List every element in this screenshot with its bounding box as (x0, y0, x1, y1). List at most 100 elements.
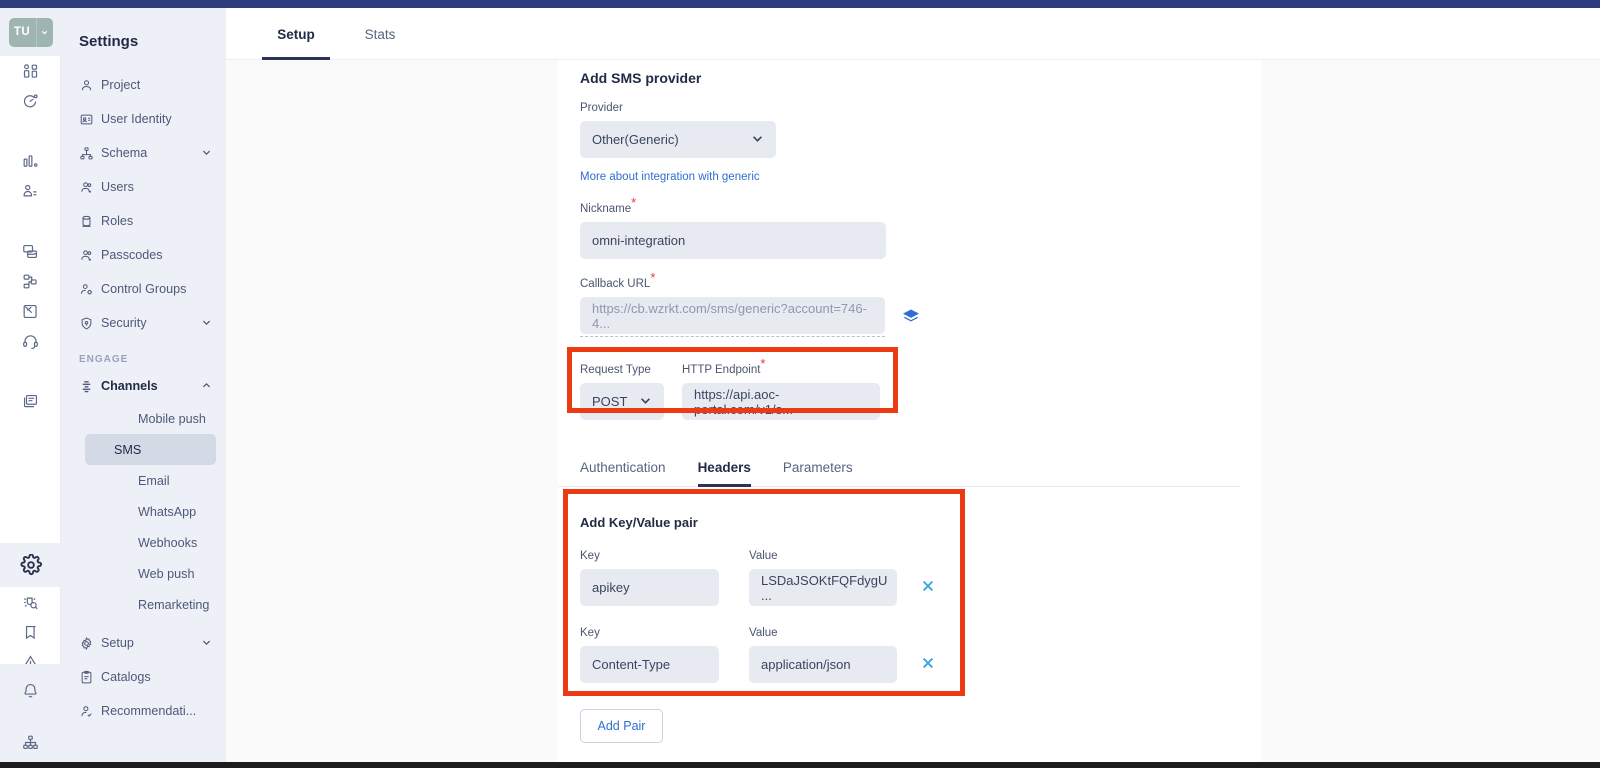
content-icon[interactable] (0, 386, 61, 416)
sidebar-item-whatsapp[interactable]: WhatsApp (85, 496, 216, 527)
tab-stats[interactable]: Stats (352, 8, 408, 60)
tab-parameters[interactable]: Parameters (783, 460, 867, 486)
chevron-down-icon[interactable] (751, 132, 764, 148)
brand-top-bar (0, 0, 1600, 8)
callback-url-field-wrap: https://cb.wzrkt.com/sms/generic?account… (580, 297, 885, 337)
sidebar-item-roles[interactable]: Roles (61, 204, 226, 238)
audience-icon[interactable] (0, 176, 61, 206)
sms-provider-form: Add SMS provider Provider Other(Generic)… (558, 60, 1262, 743)
sidebar-item-label: Project (101, 78, 140, 92)
sms-provider-panel: Add SMS provider Provider Other(Generic)… (558, 60, 1262, 768)
sidebar-item-label: Setup (101, 636, 134, 650)
sidebar-item-user-identity[interactable]: User Identity (61, 102, 226, 136)
settings-sidebar: Settings Project User Identity Schema (61, 8, 226, 768)
section-title: Add SMS provider (580, 70, 1262, 86)
sidebar-item-schema[interactable]: Schema (61, 136, 226, 170)
key-field-group: Key apikey (580, 550, 719, 606)
sidebar-item-channels[interactable]: Channels (61, 369, 226, 403)
key-field-group: Key Content-Type (580, 627, 719, 683)
config-tabbar: Authentication Headers Parameters (558, 446, 1240, 487)
key-input[interactable]: apikey (580, 569, 719, 606)
http-endpoint-group: HTTP Endpoint* https://api.aoc-portal.co… (682, 364, 880, 420)
sidebar-item-security[interactable]: Security (61, 306, 226, 340)
sitemap-icon[interactable] (0, 716, 61, 768)
sidebar-item-email[interactable]: Email (85, 465, 216, 496)
provider-help-link[interactable]: More about integration with generic (580, 171, 760, 183)
rail-spacer (0, 116, 61, 146)
chevron-up-icon[interactable] (201, 380, 212, 393)
schema-icon (79, 146, 101, 161)
sidebar-item-remarketing[interactable]: Remarketing (85, 589, 216, 620)
sidebar-item-setup[interactable]: Setup (61, 626, 226, 660)
sidebar-item-web-push[interactable]: Web push (85, 558, 216, 589)
close-icon[interactable] (921, 579, 935, 606)
sidebar-item-project[interactable]: Project (61, 68, 226, 102)
nickname-label-text: Nickname (580, 203, 631, 215)
content-scroll-area: Add SMS provider Provider Other(Generic)… (226, 60, 1600, 768)
recommendation-icon (79, 704, 101, 719)
catalog-icon (79, 670, 101, 685)
chevron-down-icon[interactable] (201, 637, 212, 650)
tab-setup[interactable]: Setup (262, 8, 330, 60)
campaign-icon[interactable] (0, 296, 61, 326)
close-icon[interactable] (921, 656, 935, 683)
sidebar-item-passcodes[interactable]: Passcodes (61, 238, 226, 272)
sidebar-item-label: Users (101, 180, 134, 194)
tab-headers[interactable]: Headers (698, 460, 765, 486)
provider-label: Provider (580, 102, 1262, 114)
callback-url-label: Callback URL* (580, 278, 1262, 290)
chevron-down-icon[interactable] (36, 18, 53, 47)
provider-select[interactable]: Other(Generic) (580, 121, 776, 158)
rail-spacer (0, 356, 61, 386)
request-type-select[interactable]: POST (580, 383, 664, 420)
analytics-icon[interactable] (0, 146, 61, 176)
http-endpoint-value: https://api.aoc-portal.com/v1/s... (694, 387, 868, 417)
copy-layers-icon[interactable] (901, 307, 921, 327)
account-switcher[interactable]: TU (0, 8, 61, 56)
key-input[interactable]: Content-Type (580, 646, 719, 683)
chevron-down-icon[interactable] (201, 317, 212, 330)
sidebar-item-recommendations[interactable]: Recommendati... (61, 694, 226, 728)
chevron-down-icon[interactable] (639, 394, 652, 410)
key-value-text: Content-Type (592, 657, 670, 672)
rail-icon-list (0, 56, 61, 416)
add-pair-button[interactable]: Add Pair (580, 709, 663, 743)
icon-rail: TU (0, 8, 61, 768)
dashboard-icon[interactable] (0, 56, 61, 86)
sidebar-item-mobile-push[interactable]: Mobile push (85, 403, 216, 434)
sidebar-item-catalogs[interactable]: Catalogs (61, 660, 226, 694)
tab-authentication[interactable]: Authentication (580, 460, 680, 486)
sidebar-item-control-groups[interactable]: Control Groups (61, 272, 226, 306)
sidebar-item-label: Catalogs (101, 670, 151, 684)
sidebar-item-label: Security (101, 316, 147, 330)
sidebar-item-users[interactable]: Users (61, 170, 226, 204)
sidebar-item-label: Recommendati... (101, 704, 196, 718)
value-input[interactable]: application/json (749, 646, 897, 683)
nickname-input[interactable]: omni-integration (580, 222, 886, 259)
sidebar-group-label-engage: ENGAGE (79, 354, 226, 365)
shield-icon (79, 316, 101, 331)
key-value-section: Add Key/Value pair Key apikey Value (580, 515, 1262, 743)
http-endpoint-input[interactable]: https://api.aoc-portal.com/v1/s... (682, 383, 880, 420)
sidebar-item-webhooks[interactable]: Webhooks (85, 527, 216, 558)
bookmark-icon[interactable] (0, 617, 61, 647)
debug-icon[interactable] (0, 587, 61, 617)
rail-bottom-band (0, 664, 61, 768)
bell-icon[interactable] (0, 664, 61, 716)
sidebar-item-label: User Identity (101, 112, 172, 126)
avatar[interactable]: TU (9, 18, 53, 47)
sidebar-primary-list: Project User Identity Schema (61, 68, 226, 340)
callback-url-input[interactable]: https://cb.wzrkt.com/sms/generic?account… (580, 297, 885, 334)
messages-icon[interactable] (0, 236, 61, 266)
value-input[interactable]: LSDaJSOKtFQFdygU ... (749, 569, 897, 606)
control-groups-icon (79, 282, 101, 297)
key-value-text: apikey (592, 580, 630, 595)
chevron-down-icon[interactable] (201, 147, 212, 160)
gear-icon[interactable] (0, 543, 61, 587)
key-value-row: Key apikey Value LSDaJSOKtFQFdygU ... (580, 550, 1262, 606)
flows-icon[interactable] (0, 266, 61, 296)
sidebar-item-sms[interactable]: SMS (85, 434, 216, 465)
support-icon[interactable] (0, 326, 61, 356)
key-label: Key (580, 627, 719, 639)
journey-icon[interactable] (0, 86, 61, 116)
